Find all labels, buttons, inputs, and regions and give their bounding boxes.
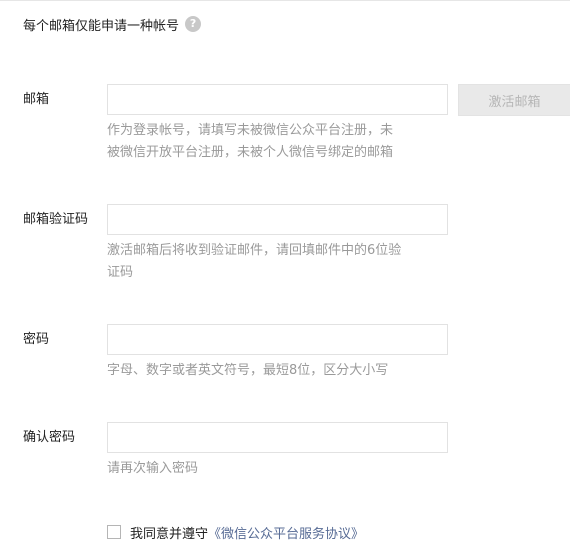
confirm-password-hint: 请再次输入密码 (107, 461, 199, 476)
agreement-checkbox[interactable] (107, 525, 121, 539)
confirm-password-input[interactable] (107, 422, 448, 453)
agreement-prefix: 我同意并遵守 (130, 526, 209, 542)
confirm-password-label: 确认密码 (23, 430, 76, 445)
code-input[interactable] (107, 204, 448, 235)
help-icon[interactable]: ? (185, 16, 202, 32)
activate-email-button[interactable]: 激活邮箱 (458, 84, 570, 116)
top-divider (0, 0, 570, 1)
notice-row: 每个邮箱仅能申请一种帐号 ? (23, 14, 202, 34)
password-label: 密码 (23, 332, 50, 347)
service-agreement-link[interactable]: 《微信公众平台服务协议》 (208, 523, 364, 542)
email-hint-line1: 作为登录帐号，请填写未被微信公众平台注册，未 (107, 123, 394, 138)
register-form: 每个邮箱仅能申请一种帐号 ? 邮箱 激活邮箱 作为登录帐号，请填写未被微信公众平… (0, 0, 570, 560)
agreement-row: 我同意并遵守 《微信公众平台服务协议》 (107, 522, 364, 542)
code-hint-line2: 证码 (107, 265, 134, 280)
password-input[interactable] (107, 324, 448, 355)
password-hint: 字母、数字或者英文符号，最短8位，区分大小写 (107, 363, 389, 378)
email-hint-line2: 被微信开放平台注册，未被个人微信号绑定的邮箱 (107, 145, 394, 160)
email-input[interactable] (107, 84, 448, 115)
code-label: 邮箱验证码 (23, 212, 89, 227)
email-label: 邮箱 (23, 92, 50, 107)
code-hint-line1: 激活邮箱后将收到验证邮件，请回填邮件中的6位验 (107, 243, 402, 258)
notice-text: 每个邮箱仅能申请一种帐号 (23, 18, 180, 34)
